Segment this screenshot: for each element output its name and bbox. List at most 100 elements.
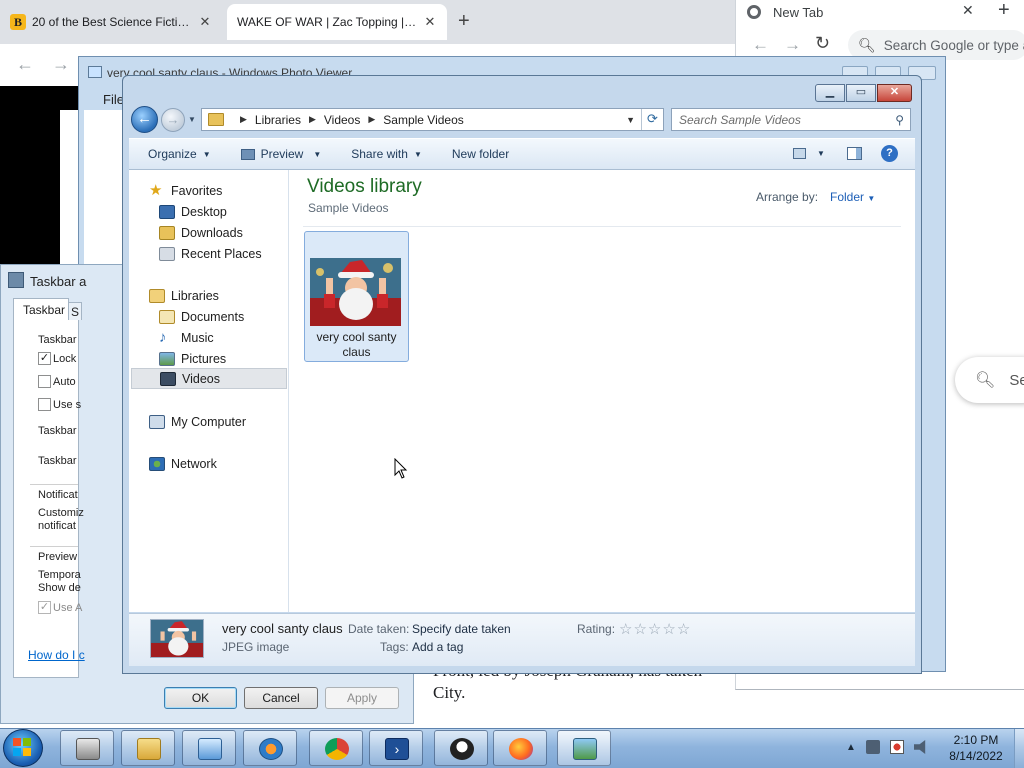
lock-checkbox[interactable]: ✓ <box>38 352 51 365</box>
nav-recent-places[interactable]: Recent Places <box>129 243 289 264</box>
action-center-flag-icon[interactable] <box>890 740 904 754</box>
date-taken-value[interactable]: Specify date taken <box>412 622 511 636</box>
google-search-box[interactable]: 🔍︎ Se <box>955 357 1024 403</box>
show-desktop-button[interactable] <box>1014 729 1024 768</box>
nav-videos[interactable]: Videos <box>131 368 287 389</box>
chrome-icon <box>747 5 761 19</box>
organize-menu[interactable]: Organize ▼ <box>148 147 211 161</box>
close-button[interactable]: ✕ <box>877 84 912 102</box>
taskbar-server-manager[interactable] <box>60 730 114 766</box>
show-hidden-icons-icon[interactable]: ▲ <box>846 742 856 753</box>
downloads-folder-icon <box>159 225 175 240</box>
star-icon[interactable]: ☆ <box>633 621 647 638</box>
network-tray-icon[interactable] <box>866 740 880 754</box>
nav-network[interactable]: Network <box>129 453 289 474</box>
small-icons-checkbox[interactable] <box>38 398 51 411</box>
maximize-button[interactable]: ▭ <box>846 84 876 102</box>
chevron-down-icon: ▼ <box>867 194 876 203</box>
help-icon[interactable]: ? <box>881 145 898 162</box>
ok-button[interactable]: OK <box>164 687 237 709</box>
nav-network-label: Network <box>171 456 217 471</box>
taskbar-explorer[interactable] <box>121 730 175 766</box>
forward-button[interactable]: → <box>161 108 185 132</box>
cancel-button[interactable]: Cancel <box>244 687 318 709</box>
nav-libraries[interactable]: Libraries <box>129 285 289 306</box>
taskbar-photo-viewer[interactable] <box>557 730 611 766</box>
search-icon: 🔍︎ <box>975 372 996 389</box>
browser-tab-1[interactable]: B 20 of the Best Science Fiction Bo ✕ <box>0 4 222 40</box>
refresh-icon[interactable]: ⟳ <box>641 109 663 130</box>
breadcrumb-separator-icon[interactable]: ▶ <box>240 114 247 125</box>
chrome-icon <box>325 738 349 760</box>
nav-favorites[interactable]: ★ Favorites <box>129 180 289 201</box>
nav-my-computer[interactable]: My Computer <box>129 411 289 432</box>
taskbar-control-panel[interactable] <box>182 730 236 766</box>
system-clock[interactable]: 2:10 PM 8/14/2022 <box>941 732 1011 764</box>
auto-hide-checkbox[interactable] <box>38 375 51 388</box>
tab-taskbar[interactable]: Taskbar <box>13 298 69 320</box>
search-placeholder: Search Sample Videos <box>679 112 801 127</box>
breadcrumb-separator-icon[interactable]: ▶ <box>368 114 375 125</box>
browser-tab-2[interactable]: WAKE OF WAR | Zac Topping | Tor/F ✕ <box>227 4 447 40</box>
photo-viewer-icon <box>88 66 102 78</box>
minimize-button[interactable]: ▁ <box>815 84 845 102</box>
taskbar-chrome[interactable] <box>309 730 363 766</box>
back-arrow-icon[interactable]: ← <box>752 35 769 55</box>
chevron-down-icon: ▼ <box>202 149 211 159</box>
search-icon[interactable]: ⚲ <box>895 113 904 127</box>
forward-arrow-icon[interactable]: → <box>784 35 801 55</box>
preview-pane-icon[interactable] <box>847 147 862 160</box>
star-icon[interactable]: ☆ <box>662 621 676 638</box>
address-dropdown-icon[interactable]: ▼ <box>626 115 635 125</box>
navigation-pane: ★ Favorites Desktop Downloads Recent Pla… <box>129 170 289 612</box>
tab-start-menu[interactable]: S <box>68 302 82 320</box>
search-input[interactable]: Search Sample Videos ⚲ <box>671 108 911 131</box>
star-icon[interactable]: ☆ <box>619 621 633 638</box>
address-bar[interactable]: ▶ Libraries ▶ Videos ▶ Sample Videos ▼ <box>201 108 664 131</box>
close-icon[interactable]: ✕ <box>423 14 437 30</box>
breadcrumb-separator-icon[interactable]: ▶ <box>309 114 316 125</box>
back-arrow-icon[interactable]: ← <box>16 54 34 75</box>
breadcrumb-videos[interactable]: Videos <box>324 113 360 127</box>
divider <box>30 484 78 485</box>
new-tab-plus-icon[interactable]: + <box>998 0 1010 22</box>
nav-downloads[interactable]: Downloads <box>129 222 289 243</box>
change-view-icon[interactable] <box>793 148 806 159</box>
nav-pictures[interactable]: Pictures <box>129 348 289 369</box>
new-folder-button[interactable]: New folder <box>452 147 509 161</box>
forward-arrow-icon[interactable]: → <box>52 54 70 75</box>
small-icons-label: Use s <box>53 399 82 411</box>
taskbar-app-penguin[interactable] <box>434 730 488 766</box>
nav-documents[interactable]: Documents <box>129 306 289 327</box>
chevron-down-icon: ▼ <box>413 149 422 159</box>
help-link[interactable]: How do I c <box>28 648 85 662</box>
firefox-icon <box>509 738 533 760</box>
new-tab-tab[interactable]: New Tab <box>747 0 823 24</box>
close-icon[interactable]: ✕ <box>962 2 974 19</box>
new-tab-plus-icon[interactable]: + <box>458 10 470 33</box>
tags-value[interactable]: Add a tag <box>412 640 463 654</box>
santa-thumbnail[interactable] <box>310 258 401 326</box>
taskbar-firefox[interactable] <box>493 730 547 766</box>
close-icon[interactable]: ✕ <box>198 14 212 30</box>
star-icon[interactable]: ☆ <box>648 621 662 638</box>
taskbar-powershell[interactable]: › <box>369 730 423 766</box>
article-line-2: City. <box>433 683 466 702</box>
nav-desktop[interactable]: Desktop <box>129 201 289 222</box>
reload-icon[interactable]: ↻ <box>815 33 830 54</box>
file-item-label[interactable]: very cool santy claus <box>306 330 407 360</box>
rating-stars[interactable]: ☆☆☆☆☆ <box>619 620 691 638</box>
aero-peek-checkbox[interactable]: ✓ <box>38 601 51 614</box>
chevron-down-icon[interactable]: ▼ <box>817 149 825 158</box>
recent-pages-dropdown-icon[interactable]: ▼ <box>188 115 196 124</box>
share-with-menu[interactable]: Share with ▼ <box>351 147 422 161</box>
star-icon[interactable]: ☆ <box>677 621 691 638</box>
taskbar-media-player[interactable] <box>243 730 297 766</box>
nav-music[interactable]: ♪ Music <box>129 327 289 348</box>
back-button[interactable]: ← <box>131 106 158 133</box>
breadcrumb-sample-videos[interactable]: Sample Videos <box>383 113 464 127</box>
breadcrumb-libraries[interactable]: Libraries <box>255 113 301 127</box>
arrange-by-dropdown[interactable]: Folder ▼ <box>830 190 875 204</box>
preview-menu[interactable]: Preview ▼ <box>240 147 321 161</box>
apply-button[interactable]: Apply <box>325 687 399 709</box>
